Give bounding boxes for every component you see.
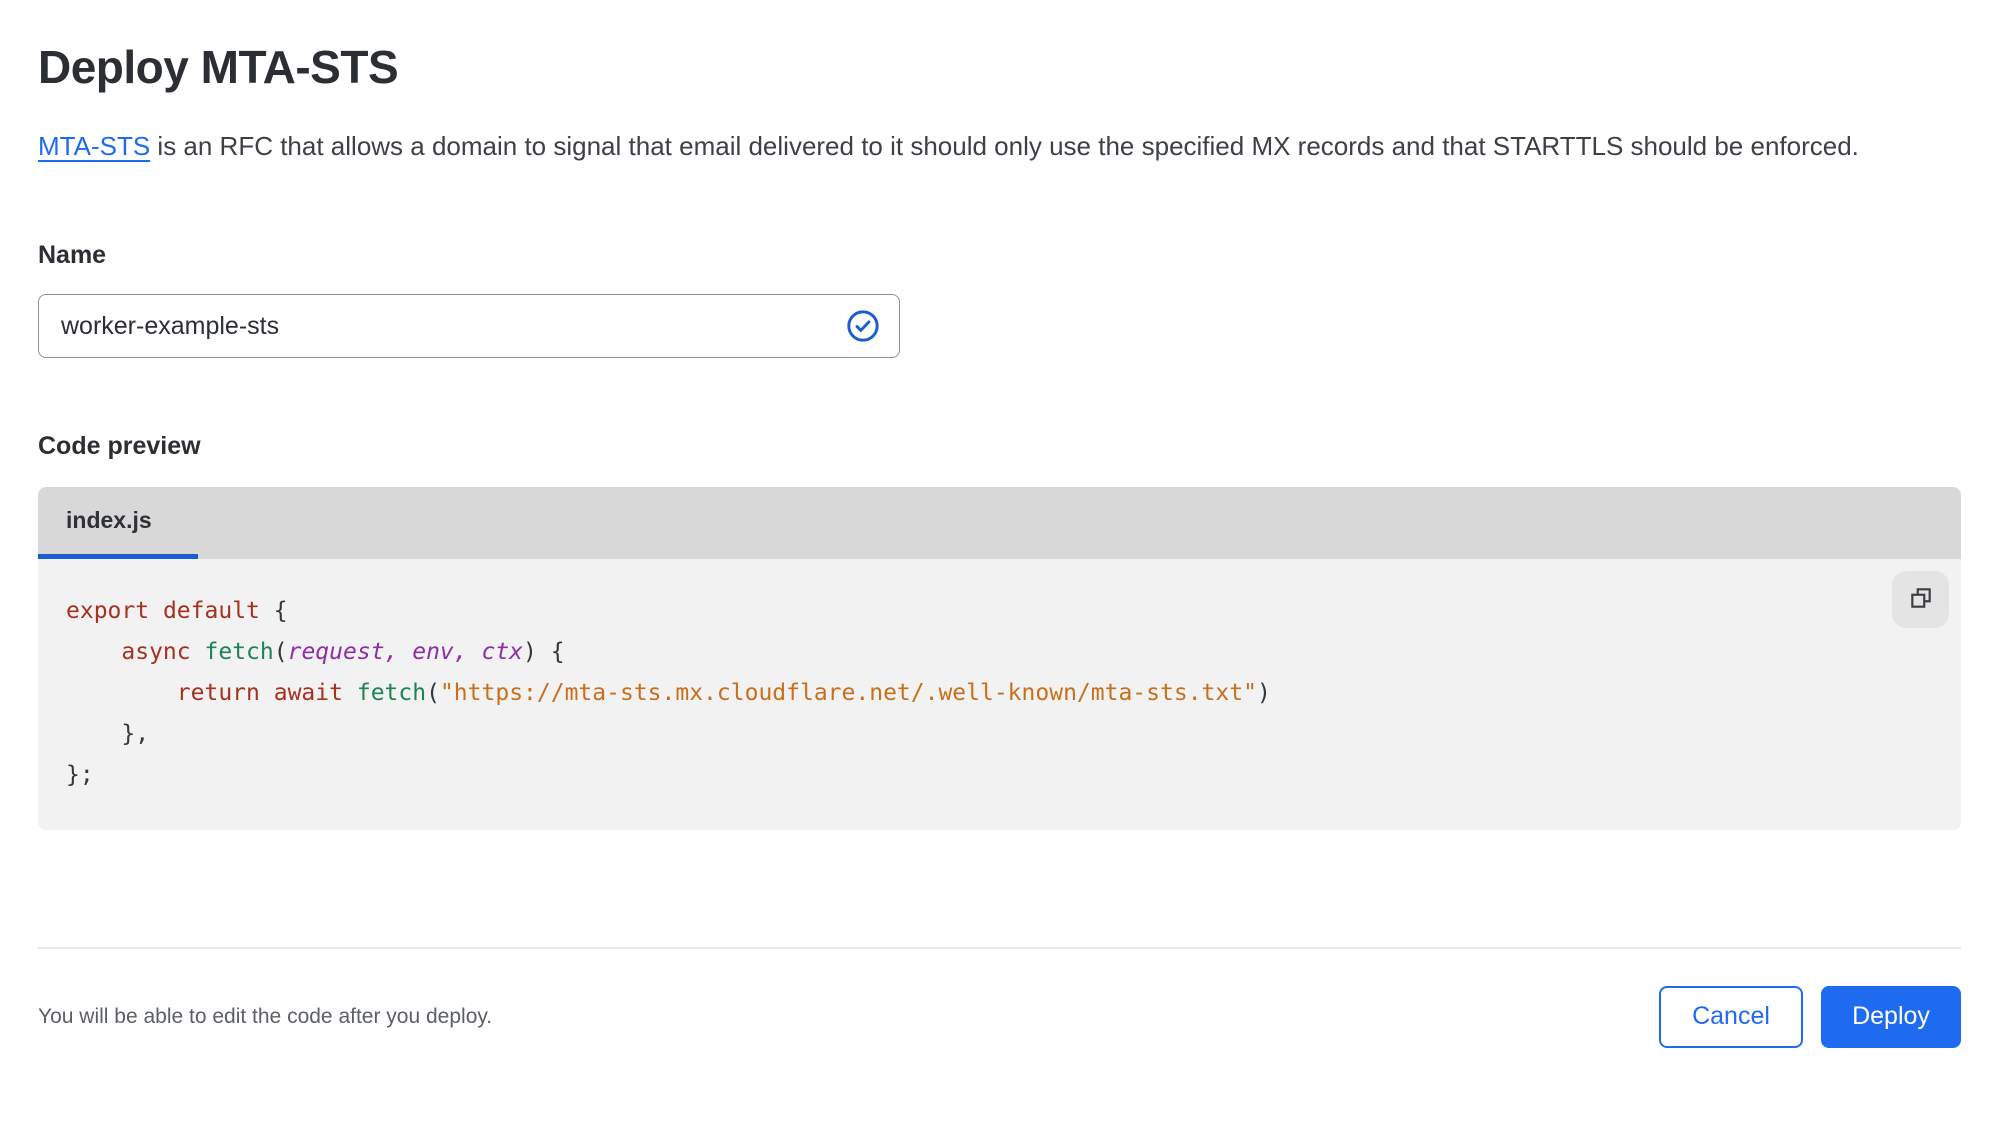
copy-icon [1908,585,1934,614]
mta-sts-link[interactable]: MTA-STS [38,131,150,161]
code-area: export default { async fetch(request, en… [38,559,1961,830]
code-tab-bar: index.js [38,487,1961,559]
code-preview-label: Code preview [38,432,201,460]
cancel-button[interactable]: Cancel [1659,985,1803,1048]
deploy-mta-sts-page: Deploy MTA-STS MTA-STS is an RFC that al… [0,0,1999,1138]
footer-note: You will be able to edit the code after … [38,1004,493,1028]
description-text: MTA-STS is an RFC that allows a domain t… [38,124,1948,169]
name-input-wrapper [38,294,900,358]
footer-bar: You will be able to edit the code after … [38,949,1961,1084]
description-body: is an RFC that allows a domain to signal… [150,131,1859,161]
code-block: export default { async fetch(request, en… [66,598,1271,788]
code-preview-card: index.js export default { async fetch(re… [38,487,1961,830]
name-label: Name [38,241,107,269]
check-circle-icon [846,309,880,343]
copy-code-button[interactable] [1892,571,1949,628]
deploy-button[interactable]: Deploy [1821,985,1961,1048]
tab-index-js[interactable]: index.js [38,487,198,559]
footer-actions: Cancel Deploy [1659,985,1961,1048]
name-input[interactable] [38,294,900,358]
page-title: Deploy MTA-STS [38,41,399,93]
